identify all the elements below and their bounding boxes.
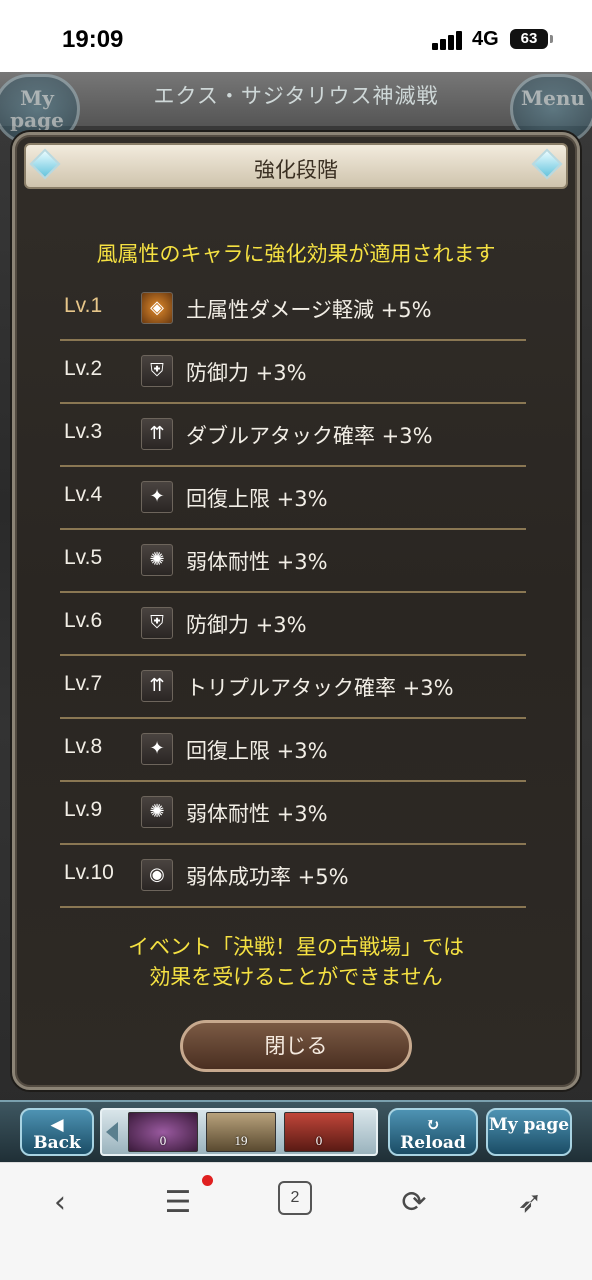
back-arrow-icon: ◀ [50, 1115, 64, 1135]
level-effect: 防御力 +3% [186, 361, 307, 385]
modal-title: 強化段階 [254, 158, 338, 182]
level-row-2: Lv.2 ⛨ 防御力 +3% [60, 341, 526, 404]
red-box-item[interactable]: 0 [284, 1112, 354, 1152]
tabs-button[interactable]: 2 [278, 1181, 312, 1215]
notice-line-1: イベント「決戦！星の古戦場」では [128, 935, 464, 959]
modal-subtitle: 風属性のキャラに強化効果が適用されます [96, 242, 496, 266]
level-effect: 防御力 +3% [186, 613, 307, 637]
defense-up-icon: ⛨ [141, 607, 173, 639]
level-effect: 弱体成功率 +5% [186, 865, 349, 889]
reload-label: Reload [400, 1133, 466, 1153]
strip-left-arrow-icon[interactable] [106, 1122, 118, 1142]
level-label: Lv.7 [64, 672, 103, 695]
heal-cap-icon: ✦ [141, 481, 173, 513]
item-count: 0 [315, 1133, 323, 1148]
level-row-1: Lv.1 ◈ 土属性ダメージ軽減 +5% [60, 278, 526, 341]
double-attack-icon: ⇈ [141, 418, 173, 450]
item-count: 0 [159, 1133, 167, 1148]
item-count: 19 [234, 1133, 248, 1148]
level-label: Lv.2 [64, 357, 103, 380]
signal-icon [432, 30, 464, 50]
level-label: Lv.9 [64, 798, 103, 821]
level-label: Lv.10 [64, 861, 114, 884]
level-effect: 土属性ダメージ軽減 +5% [186, 298, 432, 322]
purple-orb-item[interactable]: 0 [128, 1112, 198, 1152]
level-effect: ダブルアタック確率 +3% [186, 424, 433, 448]
level-row-8: Lv.8 ✦ 回復上限 +3% [60, 719, 526, 782]
level-effect: トリプルアタック確率 +3% [186, 676, 454, 700]
item-strip: 0 19 0 [100, 1108, 378, 1156]
ticket-item[interactable]: 19 [206, 1112, 276, 1152]
notice-text: イベント「決戦！星の古戦場」では 効果を受けることができません [24, 932, 568, 992]
level-row-4: Lv.4 ✦ 回復上限 +3% [60, 467, 526, 530]
level-label: Lv.6 [64, 609, 103, 632]
debuff-success-icon: ◉ [141, 859, 173, 891]
game-header: エクス・サジタリウス神滅戦 [0, 72, 592, 126]
notification-dot [202, 1175, 213, 1186]
reload-icon: ↻ [425, 1115, 441, 1135]
level-effect: 弱体耐性 +3% [186, 550, 328, 574]
defense-up-icon: ⛨ [141, 355, 173, 387]
network-type: 4G [472, 28, 499, 50]
reload-button[interactable]: ↻ Reload [388, 1108, 478, 1156]
menu-lines-icon[interactable]: ☰ [156, 1181, 200, 1225]
clock: 19:09 [62, 26, 124, 53]
level-effect: 回復上限 +3% [186, 739, 328, 763]
debuff-resist-icon: ✺ [141, 544, 173, 576]
level-row-6: Lv.6 ⛨ 防御力 +3% [60, 593, 526, 656]
debuff-resist-icon: ✺ [141, 796, 173, 828]
level-label: Lv.4 [64, 483, 103, 506]
back-button[interactable]: ◀ Back [20, 1108, 94, 1156]
back-chevron-icon[interactable]: ‹ [38, 1181, 82, 1225]
modal-header: 強化段階 [24, 143, 568, 189]
status-bar: 19:09 4G 63 [0, 0, 592, 72]
triple-attack-icon: ⇈ [141, 670, 173, 702]
level-row-5: Lv.5 ✺ 弱体耐性 +3% [60, 530, 526, 593]
level-label: Lv.5 [64, 546, 103, 569]
refresh-icon[interactable]: ⟳ [392, 1181, 436, 1225]
rocket-icon[interactable]: ➶ [508, 1181, 552, 1225]
level-effect: 回復上限 +3% [186, 487, 328, 511]
level-row-10: Lv.10 ◉ 弱体成功率 +5% [60, 845, 526, 908]
close-button[interactable]: 閉じる [180, 1020, 412, 1072]
back-label: Back [33, 1133, 81, 1153]
level-label: Lv.8 [64, 735, 103, 758]
battery-icon: 63 [510, 29, 553, 49]
browser-toolbar: ‹ ☰ 2 ⟳ ➶ [0, 1162, 592, 1280]
mypage-bottom-button[interactable]: My page [486, 1108, 572, 1156]
game-bottom-bar: ◀ Back 0 19 0 ↻ Reload My page [0, 1100, 592, 1162]
notice-line-2: 効果を受けることができません [149, 965, 443, 989]
game-header-title: エクス・サジタリウス神滅戦 [153, 84, 439, 108]
level-row-3: Lv.3 ⇈ ダブルアタック確率 +3% [60, 404, 526, 467]
level-row-9: Lv.9 ✺ 弱体耐性 +3% [60, 782, 526, 845]
level-row-7: Lv.7 ⇈ トリプルアタック確率 +3% [60, 656, 526, 719]
heal-cap-icon: ✦ [141, 733, 173, 765]
level-label: Lv.3 [64, 420, 103, 443]
earth-damage-reduction-icon: ◈ [141, 292, 173, 324]
level-effect: 弱体耐性 +3% [186, 802, 328, 826]
level-label: Lv.1 [64, 294, 103, 317]
